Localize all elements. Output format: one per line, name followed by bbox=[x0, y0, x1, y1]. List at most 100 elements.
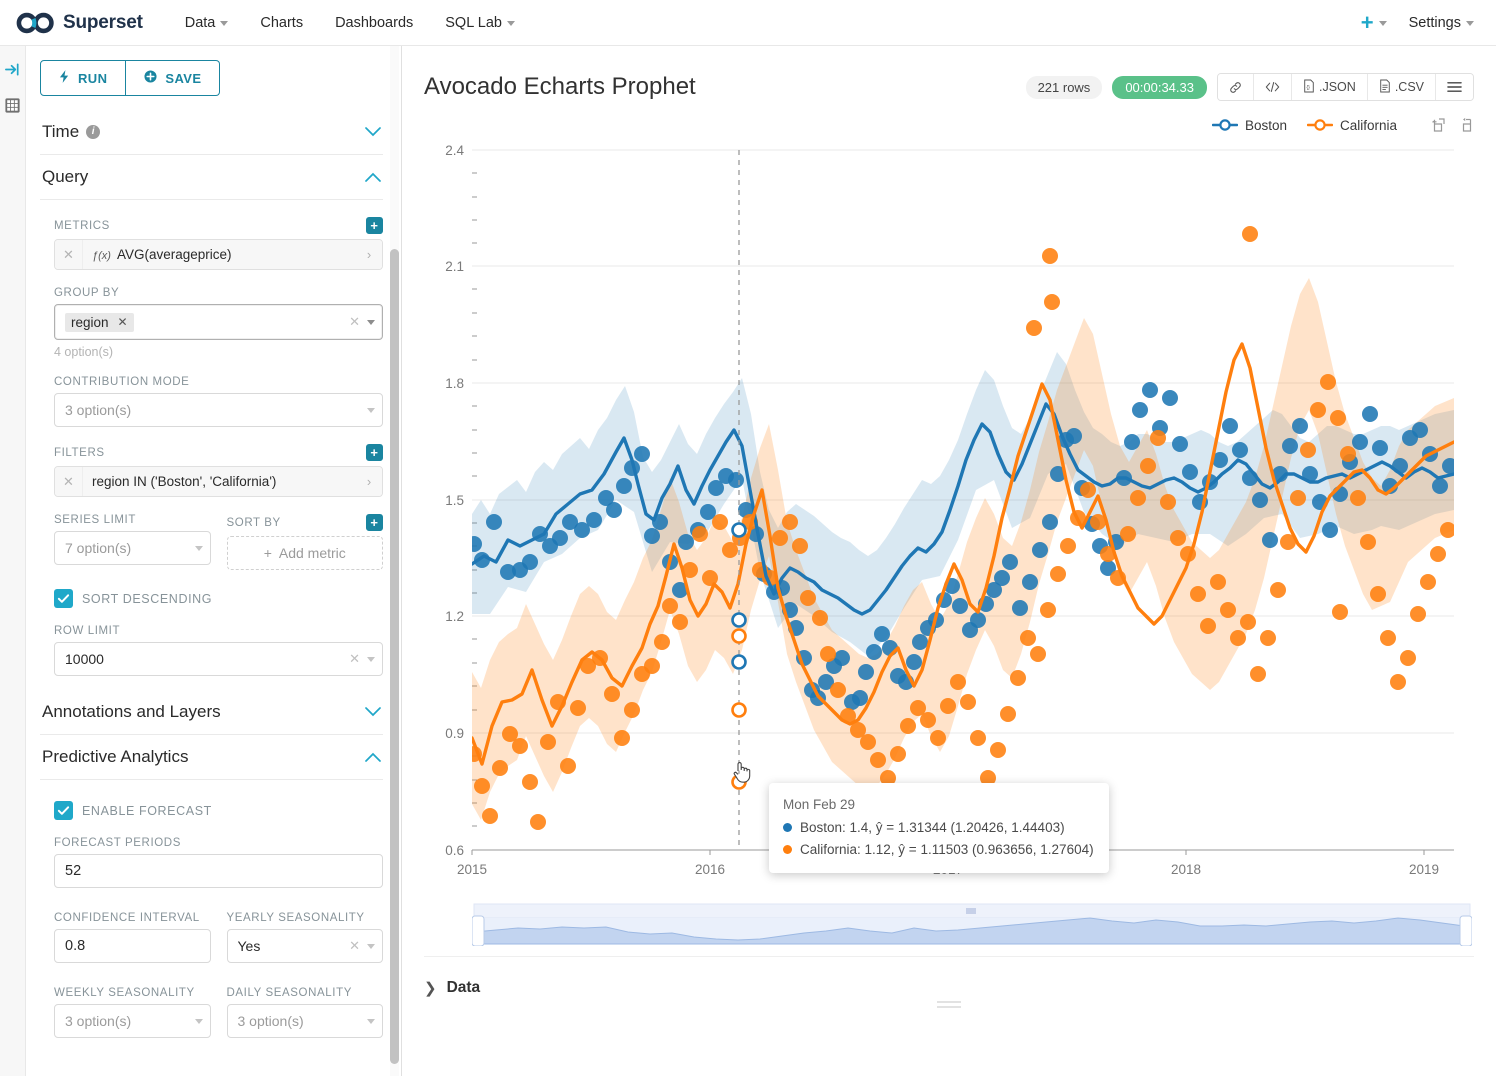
legend-item-california[interactable]: California bbox=[1307, 118, 1397, 133]
sort-by-label-row: SORT BY + bbox=[227, 514, 384, 531]
data-section-toggle[interactable]: ❯ Data bbox=[424, 956, 1474, 997]
new-item-button[interactable]: + bbox=[1361, 10, 1387, 36]
row-limit-value: 10000 bbox=[65, 651, 349, 667]
restore-zoom-icon[interactable] bbox=[1458, 117, 1474, 133]
run-button[interactable]: RUN bbox=[40, 60, 126, 96]
chart-plot-area[interactable]: 2.4 2.1 1.8 1.5 1.2 0.9 0.6 bbox=[424, 142, 1474, 902]
filters-value-pill[interactable]: ✕ region IN ('Boston', 'California') › bbox=[54, 466, 383, 497]
check-icon bbox=[57, 804, 70, 817]
chevron-up-icon bbox=[365, 750, 381, 765]
superset-infinity-logo-icon bbox=[16, 12, 56, 34]
chevron-down-icon bbox=[365, 125, 381, 140]
confidence-interval-input[interactable]: 0.8 bbox=[54, 929, 211, 963]
yearly-seasonality-select[interactable]: Yes ✕ bbox=[227, 929, 384, 963]
code-icon[interactable] bbox=[1254, 74, 1292, 100]
yearly-seasonality-label: YEARLY SEASONALITY bbox=[227, 912, 365, 924]
y-axis-labels: 2.4 2.1 1.8 1.5 1.2 0.9 0.6 bbox=[445, 143, 464, 858]
nav-item-dashboards[interactable]: Dashboards bbox=[319, 0, 429, 46]
nav-item-sql-lab[interactable]: SQL Lab bbox=[429, 0, 531, 46]
info-icon[interactable]: i bbox=[86, 125, 100, 139]
chevron-down-icon[interactable] bbox=[195, 1019, 203, 1024]
group-by-hint: 4 option(s) bbox=[54, 345, 383, 359]
svg-text:2016: 2016 bbox=[695, 862, 725, 877]
clear-icon[interactable]: ✕ bbox=[349, 314, 360, 330]
row-limit-select[interactable]: 10000 ✕ bbox=[54, 642, 383, 676]
chevron-right-icon[interactable]: › bbox=[356, 240, 382, 269]
chevron-down-icon[interactable] bbox=[195, 546, 203, 551]
forecast-periods-input[interactable]: 52 bbox=[54, 854, 383, 888]
datazoom-left-handle[interactable] bbox=[472, 916, 484, 946]
plus-square-icon[interactable]: + bbox=[366, 217, 383, 234]
series-limit-select[interactable]: 7 option(s) bbox=[54, 531, 211, 565]
enable-forecast-checkbox[interactable] bbox=[54, 801, 73, 820]
metrics-field: METRICS + ✕ ƒ(x) AVG(averageprice) › bbox=[40, 217, 383, 270]
group-by-select[interactable]: region ✕ ✕ bbox=[54, 304, 383, 340]
section-annotations[interactable]: Annotations and Layers bbox=[40, 690, 383, 735]
settings-menu[interactable]: Settings bbox=[1409, 15, 1474, 31]
weekly-seasonality-label-row: WEEKLY SEASONALITY bbox=[54, 987, 211, 999]
group-by-tag[interactable]: region ✕ bbox=[65, 313, 134, 332]
confidence-interval-field: CONFIDENCE INTERVAL 0.8 bbox=[54, 912, 211, 963]
tooltip-row-boston: Boston: 1.4, ŷ = 1.31344 (1.20426, 1.444… bbox=[783, 817, 1095, 839]
panel-action-buttons: RUN SAVE bbox=[40, 60, 383, 96]
clear-icon[interactable]: ✕ bbox=[349, 938, 360, 954]
sort-descending-checkbox[interactable] bbox=[54, 589, 73, 608]
weekly-seasonality-select[interactable]: 3 option(s) bbox=[54, 1004, 211, 1038]
sort-by-field: SORT BY + + Add metric bbox=[227, 514, 384, 570]
chevron-right-icon[interactable]: › bbox=[356, 467, 382, 496]
close-icon[interactable]: ✕ bbox=[118, 315, 128, 329]
save-button[interactable]: SAVE bbox=[126, 60, 220, 96]
chevron-down-icon[interactable] bbox=[367, 944, 375, 949]
section-time[interactable]: Time i bbox=[40, 110, 383, 155]
resize-handle-icon[interactable] bbox=[937, 998, 961, 1011]
sort-by-add-metric-button[interactable]: + Add metric bbox=[227, 536, 384, 570]
export-csv-label: .CSV bbox=[1395, 80, 1424, 94]
chevron-down-icon bbox=[1466, 21, 1474, 26]
dataset-grid-icon[interactable] bbox=[4, 96, 22, 114]
plus-square-icon[interactable]: + bbox=[366, 514, 383, 531]
chart-pane: Avocado Echarts Prophet 221 rows 00:00:3… bbox=[402, 46, 1496, 1076]
sort-descending-label: SORT DESCENDING bbox=[82, 592, 212, 606]
datazoom-right-handle[interactable] bbox=[1460, 916, 1472, 946]
link-icon[interactable] bbox=[1218, 74, 1254, 100]
group-by-label: GROUP BY bbox=[54, 287, 119, 299]
zoom-rect-icon[interactable] bbox=[1431, 117, 1447, 133]
nav-item-charts[interactable]: Charts bbox=[244, 0, 319, 46]
chevron-down-icon[interactable] bbox=[367, 1019, 375, 1024]
close-icon[interactable]: ✕ bbox=[55, 240, 83, 269]
nav-item-data[interactable]: Data bbox=[169, 0, 245, 46]
daily-seasonality-select[interactable]: 3 option(s) bbox=[227, 1004, 384, 1038]
chart-datazoom-slider[interactable] bbox=[424, 902, 1474, 946]
export-csv-button[interactable]: .CSV bbox=[1368, 74, 1436, 100]
contribution-mode-select[interactable]: 3 option(s) bbox=[54, 393, 383, 427]
daily-seasonality-value: 3 option(s) bbox=[238, 1013, 368, 1029]
chevron-down-icon[interactable] bbox=[367, 408, 375, 413]
plus-square-icon[interactable]: + bbox=[366, 444, 383, 461]
collapse-panel-icon[interactable] bbox=[4, 60, 22, 78]
svg-text:{}: {} bbox=[1306, 85, 1310, 91]
prophet-forecast-chart[interactable]: 2.4 2.1 1.8 1.5 1.2 0.9 0.6 bbox=[424, 142, 1474, 882]
enable-forecast-row[interactable]: ENABLE FORECAST bbox=[40, 801, 383, 820]
legend-item-boston[interactable]: Boston bbox=[1212, 118, 1287, 133]
chart-header: Avocado Echarts Prophet 221 rows 00:00:3… bbox=[402, 46, 1496, 110]
svg-text:1.8: 1.8 bbox=[445, 376, 464, 391]
control-panel-scrollbar-thumb[interactable] bbox=[390, 249, 399, 1064]
svg-text:2018: 2018 bbox=[1171, 862, 1201, 877]
metrics-value: ƒ(x) AVG(averageprice) bbox=[83, 240, 356, 269]
section-predictive-analytics[interactable]: Predictive Analytics bbox=[40, 735, 383, 780]
clear-icon[interactable]: ✕ bbox=[349, 651, 360, 667]
chevron-down-icon[interactable] bbox=[367, 320, 375, 325]
sort-descending-row[interactable]: SORT DESCENDING bbox=[40, 589, 383, 608]
metrics-value-pill[interactable]: ✕ ƒ(x) AVG(averageprice) › bbox=[54, 239, 383, 270]
svg-text:1.2: 1.2 bbox=[445, 609, 464, 624]
section-query[interactable]: Query bbox=[40, 155, 383, 200]
hamburger-menu-icon[interactable] bbox=[1436, 74, 1473, 100]
chevron-down-icon bbox=[1379, 21, 1387, 26]
chevron-down-icon[interactable] bbox=[367, 657, 375, 662]
close-icon[interactable]: ✕ bbox=[55, 467, 83, 496]
filters-value: region IN ('Boston', 'California') bbox=[83, 467, 356, 496]
brand-logo[interactable]: Superset bbox=[16, 12, 143, 34]
export-json-button[interactable]: {} .JSON bbox=[1292, 74, 1368, 100]
weekly-daily-seasonality-row: WEEKLY SEASONALITY 3 option(s) DAILY SEA… bbox=[40, 987, 383, 1038]
datazoom-top-handle[interactable] bbox=[966, 908, 976, 914]
